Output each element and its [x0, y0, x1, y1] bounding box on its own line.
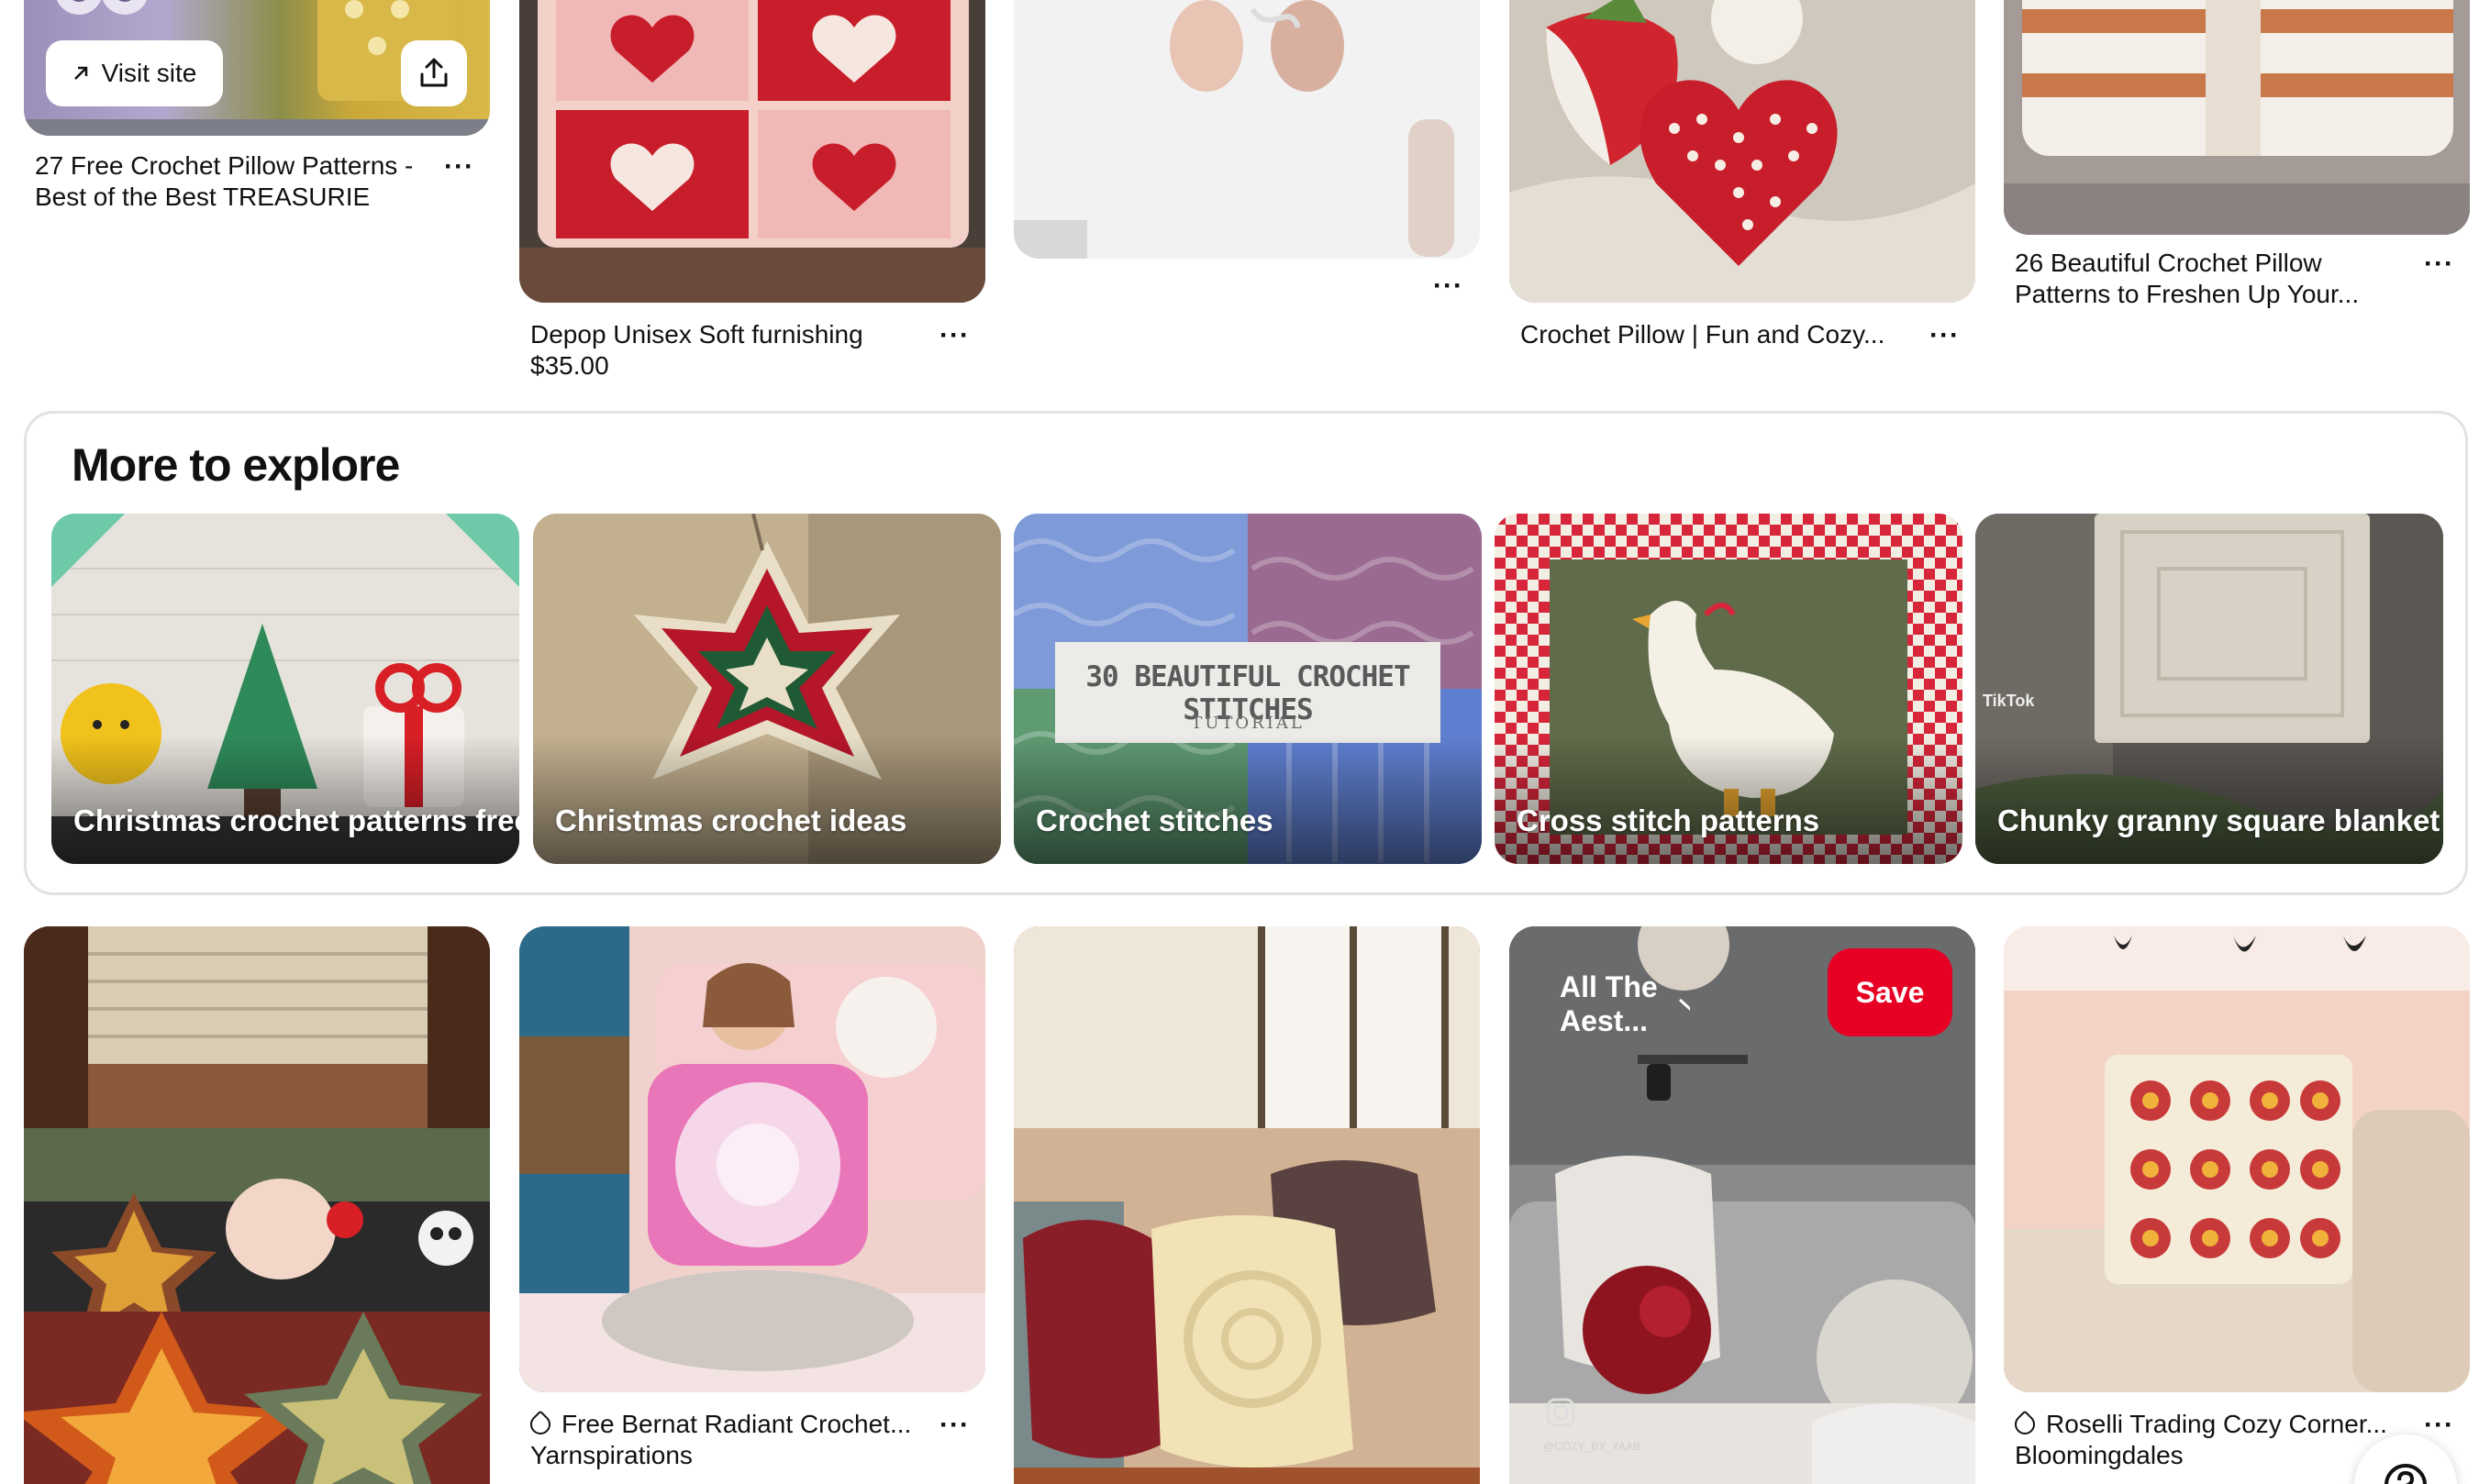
card-gradient [1014, 736, 1482, 864]
pin-price: $35.00 [530, 351, 609, 380]
pin-title[interactable]: 26 Beautiful Crochet Pillow Patterns to … [2015, 248, 2400, 310]
pin-title-text: Roselli Trading Cozy Corner... [2046, 1410, 2387, 1438]
sofa-pillows-photo [1014, 926, 1480, 1484]
explore-card[interactable]: 30 BEAUTIFUL CROCHET STITCHES TUTORIAL C… [1014, 514, 1482, 864]
explore-card[interactable]: TikTok Chunky granny square blanket [1975, 514, 2443, 864]
card-gradient [533, 736, 1001, 864]
granny-square-pillow-photo [2004, 926, 2470, 1392]
more-dots-icon[interactable]: ··· [2424, 1412, 2454, 1439]
pin-image[interactable] [1014, 0, 1480, 259]
pin-title[interactable]: 27 Free Crochet Pillow Patterns - Best o… [35, 150, 439, 213]
card-gradient [51, 736, 519, 864]
card-label: Crochet stitches [1036, 803, 1273, 837]
explore-card[interactable]: Cross stitch patterns [1495, 514, 1962, 864]
share-button[interactable] [401, 40, 467, 106]
pin-image[interactable] [1509, 0, 1975, 303]
share-icon [420, 58, 448, 87]
pin-image[interactable] [1014, 926, 1480, 1484]
pin-image[interactable] [24, 926, 490, 1484]
hands-illustration [1014, 0, 1480, 259]
more-dots-icon[interactable]: ··· [2424, 250, 2454, 278]
board-name: All The Aest... [1560, 970, 1658, 1037]
more-dots-icon[interactable]: ··· [1929, 322, 1960, 349]
strawberry-heart-pillows-illustration [1509, 0, 1975, 303]
pin-title[interactable]: Free Bernat Radiant Crochet... [526, 1409, 916, 1440]
explore-card[interactable]: Christmas crochet ideas [533, 514, 1001, 864]
pin-source[interactable]: Bloomingdales [2015, 1440, 2184, 1471]
price-tag-icon [2010, 1410, 2040, 1439]
instagram-watermark: @COZY_BY_YAAB [1543, 1440, 1640, 1453]
pin-image[interactable] [519, 926, 985, 1392]
more-dots-icon[interactable]: ··· [939, 322, 970, 349]
pin-image[interactable] [519, 0, 985, 303]
more-dots-icon[interactable]: ··· [939, 1412, 970, 1439]
visit-site-button[interactable]: Visit site [46, 40, 223, 106]
card-label: Chunky granny square blanket [1997, 803, 2440, 837]
chevron-down-icon [1678, 998, 1691, 1012]
more-dots-icon[interactable]: ··· [1433, 272, 1463, 300]
pin-source[interactable]: Yarnspirations [530, 1440, 693, 1471]
explore-card[interactable]: Christmas crochet patterns free [51, 514, 519, 864]
section-title: More to explore [72, 439, 400, 491]
card-gradient [1975, 736, 2443, 864]
pin-title[interactable]: Crochet Pillow | Fun and Cozy... [1520, 319, 1906, 350]
card-gradient [1495, 736, 1962, 864]
pin-image[interactable] [2004, 926, 2470, 1392]
arrow-up-right-icon [73, 66, 87, 80]
pink-pillow-photo [519, 926, 985, 1392]
card-label: Christmas crochet patterns free [73, 803, 519, 837]
board-selector[interactable]: All The Aest... [1560, 970, 1691, 1038]
pin-title[interactable]: Roselli Trading Cozy Corner... [2010, 1409, 2400, 1440]
striped-pillow-illustration [2004, 0, 2470, 235]
card-label: Christmas crochet ideas [555, 803, 907, 837]
visit-site-label: Visit site [101, 59, 197, 87]
help-icon [2385, 1464, 2427, 1484]
pin-image[interactable] [2004, 0, 2470, 235]
price-tag-icon [526, 1410, 555, 1439]
card-overlay-subtitle: TUTORIAL [1191, 714, 1305, 733]
card-label: Cross stitch patterns [1517, 803, 1820, 837]
help-button[interactable] [2354, 1434, 2457, 1484]
pin-title[interactable]: Depop Unisex Soft furnishing [530, 319, 916, 350]
tiktok-watermark: TikTok [1983, 692, 2035, 710]
save-button[interactable]: Save [1828, 948, 1952, 1036]
star-pillows-illustration [24, 926, 490, 1484]
more-dots-icon[interactable]: ··· [444, 153, 474, 181]
heart-pillow-illustration [519, 0, 985, 303]
pin-title-text: Free Bernat Radiant Crochet... [561, 1410, 912, 1438]
